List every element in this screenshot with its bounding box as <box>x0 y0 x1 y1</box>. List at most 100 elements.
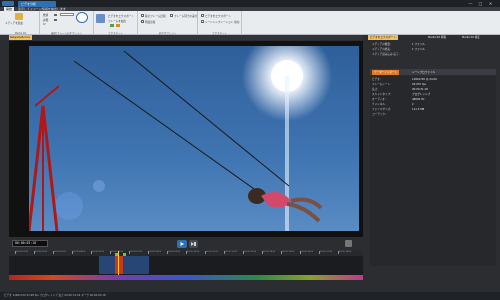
detail-checkbox[interactable] <box>54 18 57 21</box>
right-panel: ビデオをエクスポート Media Kit 情報 Media Kit 補正 メディ… <box>366 35 500 289</box>
extract-frame-button[interactable]: フレームを抽出 <box>108 19 126 23</box>
detail-row: スキャンタイプ: プログレッシブ <box>372 93 492 97</box>
tick-label: 00:00:12:00 <box>225 251 238 253</box>
out-marker[interactable] <box>123 253 126 256</box>
frame-diff-checkbox[interactable] <box>170 14 173 17</box>
viewer-header <box>0 35 363 40</box>
playhead[interactable] <box>118 251 119 276</box>
tab-export-video[interactable]: ビデオをエクスポート <box>368 35 398 40</box>
video-frame <box>29 46 359 231</box>
minimize-button[interactable]: — <box>466 1 475 6</box>
detail-row: 長さ: 00:00:31:18 <box>372 88 492 92</box>
iv-label: IV <box>43 23 46 26</box>
close-button[interactable]: ✕ <box>486 1 495 6</box>
ribbon-group-media: メディアを追加 Media Kit <box>2 11 40 35</box>
tick-label: 00:00:18:00 <box>339 251 352 253</box>
app-menu-button[interactable] <box>2 1 14 6</box>
audio-meter <box>9 275 363 280</box>
play-icon <box>180 242 184 246</box>
tick-label: 00:00:13:00 <box>244 251 257 253</box>
detail-row: フレームレート: 29.970 fps <box>372 83 492 87</box>
step-button[interactable] <box>189 240 198 248</box>
media-count-label: メディアの数量: <box>372 43 391 46</box>
media-length-label: メディアの総長: <box>372 48 391 51</box>
detail-value: 00:00:31:18 <box>412 88 428 91</box>
tick-label: 00:00:05:00 <box>92 251 105 253</box>
sub-tab-strip: データーインポート シーンプロファイル <box>370 69 496 75</box>
transport-bar: 00:00:03:18 <box>0 237 363 251</box>
ribbon-group-export: ビデオをエクスポート フレームを抽出 エクスポート <box>94 11 138 35</box>
green-swatch-icon[interactable] <box>110 24 114 27</box>
brightness-compare-label: 明度比較 <box>145 20 156 24</box>
scene-sim-checkbox[interactable] <box>201 20 204 23</box>
detail-label: ファイルサイズ: <box>372 108 391 111</box>
detail-value: 1280x720 @ 24.00 <box>412 78 437 81</box>
ribbon-group-frame-options: 数値 詳細 IV 最新/フレームのオプション <box>40 11 94 35</box>
tick-label: 00:00:04:00 <box>73 251 86 253</box>
timecode-display[interactable]: 00:00:03:18 <box>12 240 48 247</box>
frame-step-input[interactable] <box>60 13 74 16</box>
detail-row: オーディオ: 48000 Hz <box>372 98 492 102</box>
detail-value: 2 <box>412 103 414 106</box>
tick-label: 00:00:17:00 <box>320 251 333 253</box>
detail-label: 長さ: <box>372 88 379 91</box>
brightness-compare-checkbox[interactable] <box>141 20 144 23</box>
tab-media-correct[interactable]: Media Kit 補正 <box>460 35 482 40</box>
title-bar: ビデオ分析 — □ ✕ <box>0 0 500 7</box>
export-video-button[interactable]: ビデオをエクスポート <box>108 14 134 18</box>
detail-label: 詳細 <box>43 19 49 22</box>
video-viewer[interactable] <box>9 41 363 237</box>
tick-label: 00:00:01:00 <box>16 251 29 253</box>
timeline-ruler: 00:00:01:00 00:00:02:00 00:00:03:00 00:0… <box>9 251 363 256</box>
media-count-row: メディアの数量: 1 ファイル <box>372 43 492 47</box>
maximize-button[interactable]: □ <box>476 1 485 6</box>
media-loaded-row: メディア読み込み 完了: <box>372 53 492 57</box>
status-bar: ビデオ 1280x720 23.98 fps プログレッシブ 長さ 00:00:… <box>0 292 500 300</box>
file-tab[interactable]: Netgame6.mov <box>9 35 32 40</box>
in-marker[interactable] <box>115 253 118 256</box>
media-count-value: 1 ファイル <box>412 43 425 46</box>
playhead-region[interactable] <box>115 256 123 274</box>
detail-row: ファイルサイズ: 111.5 MB <box>372 108 492 112</box>
tick-label: 00:00:11:00 <box>206 251 219 253</box>
snapshot-button[interactable] <box>345 240 352 247</box>
export-icon[interactable] <box>96 14 105 23</box>
detail-row: コーデック: <box>372 113 492 117</box>
export-video-checkbox[interactable] <box>201 14 204 17</box>
media-loaded-label: メディア読み込み 完了: <box>372 53 400 56</box>
value-label: 数値 <box>43 14 49 17</box>
play-button[interactable] <box>177 240 187 248</box>
media-length-value: 1 ファイル <box>412 48 425 51</box>
tick-label: 00:00:16:00 <box>301 251 314 253</box>
export-video-label: ビデオをエクスポート <box>205 14 231 18</box>
tick-label: 00:00:15:00 <box>282 251 295 253</box>
details-panel: ビデオ: 1280x720 @ 24.00 フレームレート: 29.970 fp… <box>370 76 496 266</box>
orange-swatch-icon[interactable] <box>116 24 120 27</box>
scene-sim-label: シーンシンプレーション 無効 <box>205 20 240 24</box>
video-frame-image <box>29 46 359 231</box>
detail-label: ビデオ: <box>372 78 381 81</box>
still-compare-label: 静止フレーム比較 <box>145 14 166 18</box>
tick-label: 00:00:09:00 <box>168 251 181 253</box>
step-icon <box>191 242 196 246</box>
clip-region[interactable] <box>99 256 149 274</box>
still-compare-checkbox[interactable] <box>141 14 144 17</box>
detail-label: フレームレート: <box>372 83 391 86</box>
tab-scene-profile[interactable]: シーンプロファイル <box>410 70 437 75</box>
add-media-button[interactable]: メディアを追加 <box>5 21 23 25</box>
ribbon: メディアを追加 Media Kit 数値 詳細 IV 最新/フレームのオプション… <box>0 11 500 35</box>
tab-data-import[interactable]: データーインポート <box>372 69 400 75</box>
detail-value: 48000 Hz <box>412 98 425 101</box>
frame-diff-label: フレーム同士の差分 <box>174 14 198 18</box>
detail-label: スキャンタイプ: <box>372 93 392 96</box>
detail-label: コーデック: <box>372 113 386 116</box>
tick-label: 00:00:10:00 <box>187 251 200 253</box>
media-length-row: メディアの総長: 1 ファイル <box>372 48 492 52</box>
value-checkbox[interactable] <box>54 13 57 16</box>
tab-media-info[interactable]: Media Kit 情報 <box>426 35 448 40</box>
clock-icon[interactable] <box>76 12 88 23</box>
timeline[interactable]: 00:00:01:00 00:00:02:00 00:00:03:00 00:0… <box>9 251 363 280</box>
tick-label: 00:00:08:00 <box>149 251 162 253</box>
tick-label: 00:00:14:00 <box>263 251 276 253</box>
folder-icon[interactable] <box>15 13 23 20</box>
